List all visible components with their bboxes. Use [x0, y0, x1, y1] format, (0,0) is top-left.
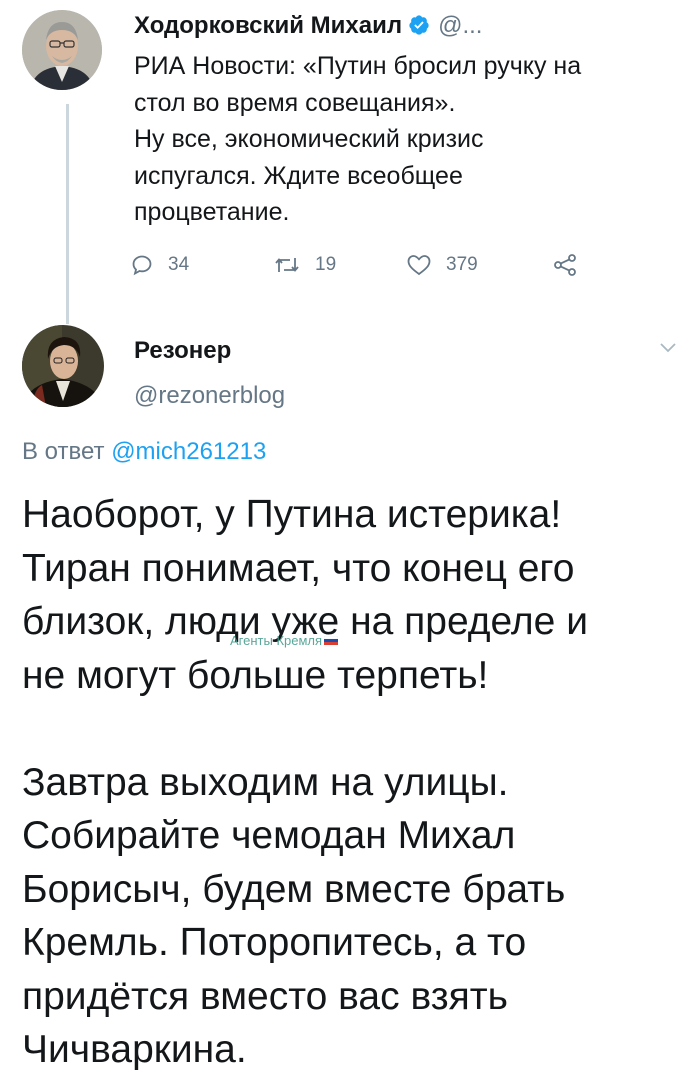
- retweet-button[interactable]: 19: [273, 253, 336, 277]
- tweet-header: Ходорковский Михаил @...: [134, 12, 482, 40]
- share-icon: [554, 254, 576, 276]
- tweet-text: Наоборот, у Путина истерика! Тиран поним…: [22, 488, 692, 1077]
- tweet-text-line: придётся вместо вас взять: [22, 974, 508, 1018]
- tweet-text-line: РИА Новости: «Путин бросил ручку на: [134, 52, 582, 80]
- reply-count: 34: [168, 254, 190, 275]
- reply-prefix: В ответ: [22, 438, 105, 465]
- share-button[interactable]: [552, 253, 592, 277]
- watermark: Агенты Кремля: [230, 633, 339, 648]
- reply-button[interactable]: 34: [130, 253, 189, 277]
- like-count: 379: [446, 254, 478, 275]
- tweet-text-line: Ну все, экономический кризис: [134, 125, 484, 153]
- watermark-text: Агенты Кремля: [230, 633, 323, 648]
- reply-icon: [132, 255, 152, 276]
- tweet-text-line: Тиран понимает, что конец его: [22, 546, 575, 590]
- russian-flag-icon: [324, 636, 339, 645]
- tweet-text-line: Борисыч, будем вместе брать: [22, 867, 566, 911]
- tweet-text-line: Завтра выходим на улицы.: [22, 760, 509, 804]
- tweet-text-line: Наоборот, у Путина истерика!: [22, 493, 562, 536]
- like-button[interactable]: 379: [406, 253, 478, 277]
- heart-icon: [407, 255, 431, 276]
- reply-mention-link[interactable]: @mich261213: [111, 438, 266, 465]
- thread-connector-line: [66, 104, 69, 324]
- tweet-text-line: испугался. Ждите всеобщее: [134, 161, 463, 190]
- retweet-icon: [275, 258, 299, 272]
- reply-context: В ответ @mich261213: [22, 438, 266, 466]
- verified-badge-icon: [409, 15, 429, 35]
- tweet-text-line: Чичваркина.: [22, 1028, 247, 1071]
- tweet-actions: 34 19 379: [128, 253, 598, 287]
- tweet-text: РИА Новости: «Путин бросил ручку на стол…: [134, 48, 674, 231]
- tweet-text-line: стол во время совещания».: [134, 88, 456, 117]
- author-name[interactable]: Ходорковский Михаил: [134, 12, 402, 39]
- author-avatar[interactable]: [22, 10, 102, 90]
- tweet-text-line: Кремль. Поторопитесь, а то: [22, 921, 527, 964]
- tweet-text-line: Собирайте чемодан Михал: [22, 814, 516, 857]
- chevron-down-icon: [660, 343, 676, 353]
- tweet-text-line: не могут больше терпеть!: [22, 653, 489, 697]
- retweet-count: 19: [315, 254, 337, 275]
- tweet-text-line: процветание.: [134, 198, 290, 226]
- tweet-menu-button[interactable]: [658, 340, 678, 359]
- author-handle[interactable]: @rezonerblog: [134, 382, 285, 410]
- author-name[interactable]: Резонер: [134, 337, 231, 365]
- author-handle[interactable]: @...: [438, 12, 482, 39]
- tweet-text-line: близок, люди уже на пределе и: [22, 600, 588, 643]
- author-avatar[interactable]: [22, 325, 104, 407]
